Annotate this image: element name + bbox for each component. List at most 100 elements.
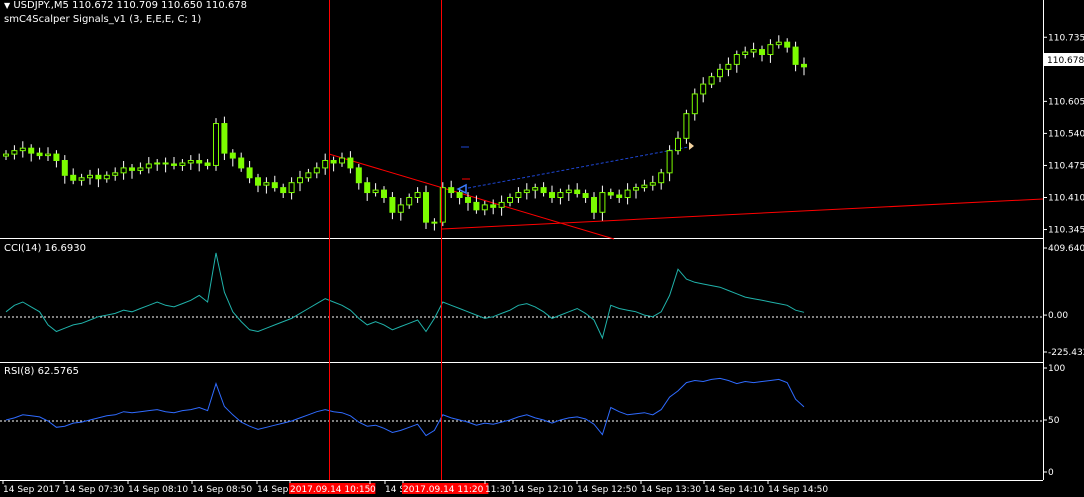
- candle[interactable]: [649, 175, 656, 191]
- candle[interactable]: [792, 41, 799, 72]
- chart-header[interactable]: ▼ USDJPY.,M5 110.672 110.709 110.650 110…: [4, 0, 247, 11]
- candle[interactable]: [607, 188, 614, 199]
- candle[interactable]: [801, 57, 807, 76]
- candle[interactable]: [423, 185, 429, 230]
- trendline-1[interactable]: [328, 153, 615, 240]
- candle[interactable]: [280, 183, 287, 198]
- candle[interactable]: [288, 177, 295, 200]
- candle[interactable]: [238, 152, 245, 172]
- candle[interactable]: [339, 152, 345, 167]
- candle[interactable]: [540, 182, 547, 197]
- trendline-2[interactable]: [441, 198, 1044, 230]
- price-pane[interactable]: 110.735 110.605 110.540 110.475 110.410 110.3…: [3, 33, 1084, 240]
- candle[interactable]: [297, 170, 303, 192]
- trendlines[interactable]: [328, 145, 1044, 240]
- candle[interactable]: [523, 183, 530, 200]
- candle[interactable]: [565, 184, 572, 201]
- candle[interactable]: [11, 145, 18, 160]
- candle[interactable]: [515, 187, 522, 203]
- candle[interactable]: [36, 147, 43, 160]
- candle[interactable]: [271, 175, 278, 192]
- candle[interactable]: [733, 50, 740, 73]
- candle[interactable]: [498, 195, 505, 216]
- candle[interactable]: [137, 162, 144, 175]
- candle[interactable]: [448, 180, 455, 198]
- candle[interactable]: [347, 151, 354, 174]
- candle[interactable]: [624, 183, 631, 205]
- candle[interactable]: [305, 168, 312, 182]
- candle[interactable]: [221, 116, 228, 161]
- candle[interactable]: [599, 185, 606, 221]
- candle[interactable]: [330, 156, 337, 172]
- candle[interactable]: [742, 46, 749, 59]
- candle[interactable]: [229, 149, 236, 167]
- candle[interactable]: [78, 173, 85, 186]
- candle[interactable]: [112, 167, 119, 181]
- candle[interactable]: [725, 57, 732, 77]
- candle[interactable]: [70, 168, 77, 185]
- candle[interactable]: [557, 188, 564, 205]
- cci-pane[interactable]: 409.6403 0.00 -225.432: [0, 244, 1084, 358]
- candle[interactable]: [406, 193, 413, 209]
- candle[interactable]: [45, 147, 51, 162]
- candle[interactable]: [389, 192, 396, 220]
- candle[interactable]: [481, 200, 488, 216]
- candle[interactable]: [750, 42, 757, 58]
- candle[interactable]: [213, 118, 219, 171]
- candle[interactable]: [658, 168, 665, 190]
- candle[interactable]: [767, 39, 774, 63]
- candle[interactable]: [53, 150, 60, 168]
- candle[interactable]: [666, 145, 673, 182]
- candle[interactable]: [775, 35, 782, 49]
- candle[interactable]: [28, 144, 35, 162]
- collapse-triangle-icon[interactable]: ▼: [4, 1, 10, 10]
- candle[interactable]: [179, 159, 186, 171]
- candle[interactable]: [574, 183, 581, 198]
- candle[interactable]: [154, 159, 161, 171]
- trading-chart[interactable]: 110.735 110.605 110.540 110.475 110.410 110.3…: [0, 0, 1084, 497]
- candle[interactable]: [708, 72, 715, 89]
- candle[interactable]: [691, 88, 698, 121]
- candle[interactable]: [120, 161, 127, 180]
- candle[interactable]: [784, 38, 791, 53]
- candle[interactable]: [61, 155, 68, 184]
- candle[interactable]: [322, 153, 329, 175]
- candle[interactable]: [145, 157, 152, 174]
- candle[interactable]: [381, 186, 387, 203]
- candle[interactable]: [162, 157, 169, 173]
- candle[interactable]: [246, 161, 253, 184]
- candle[interactable]: [683, 109, 690, 144]
- candle[interactable]: [313, 162, 320, 179]
- candle[interactable]: [633, 183, 639, 199]
- candle[interactable]: [717, 63, 723, 83]
- candle[interactable]: [87, 169, 93, 185]
- candle[interactable]: [582, 189, 589, 203]
- candle[interactable]: [171, 157, 177, 170]
- candle[interactable]: [616, 189, 623, 203]
- candle[interactable]: [129, 163, 135, 179]
- candle[interactable]: [700, 77, 707, 103]
- candles[interactable]: [3, 35, 807, 231]
- candle[interactable]: [532, 183, 539, 199]
- candle[interactable]: [255, 173, 261, 193]
- candle[interactable]: [414, 187, 421, 203]
- candle[interactable]: [507, 193, 513, 207]
- candle[interactable]: [187, 155, 194, 170]
- rsi-pane[interactable]: 100 50 0: [0, 364, 1065, 478]
- candle[interactable]: [641, 179, 648, 192]
- candle[interactable]: [196, 153, 203, 172]
- candle[interactable]: [364, 177, 371, 201]
- candle[interactable]: [263, 177, 270, 194]
- candle[interactable]: [549, 185, 555, 203]
- candle[interactable]: [355, 163, 362, 190]
- candle[interactable]: [675, 131, 681, 155]
- candle[interactable]: [431, 218, 438, 231]
- vertical-lines[interactable]: [329, 0, 442, 480]
- candle[interactable]: [372, 183, 379, 197]
- candle[interactable]: [19, 141, 26, 158]
- candle[interactable]: [3, 150, 9, 161]
- candle[interactable]: [397, 197, 404, 221]
- candle[interactable]: [95, 168, 102, 188]
- candle[interactable]: [490, 199, 497, 215]
- candle[interactable]: [591, 192, 597, 220]
